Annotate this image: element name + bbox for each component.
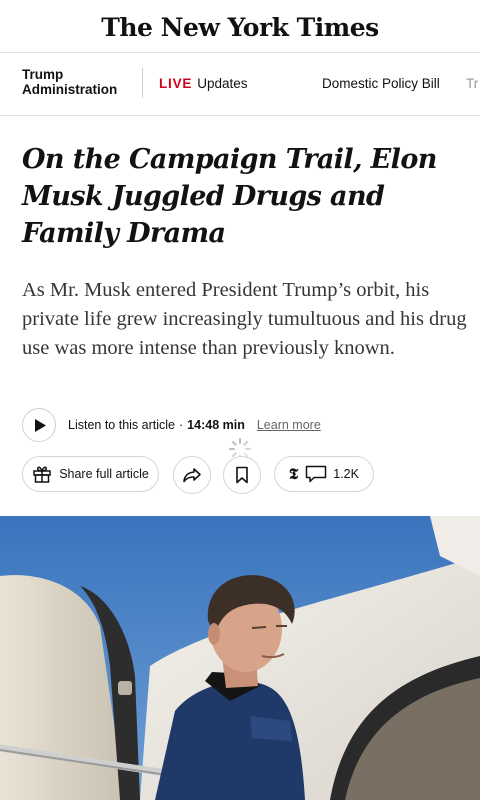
share-label: Share full article — [59, 467, 149, 481]
live-tag: LIVE — [159, 76, 193, 91]
nyt-logo-icon: 𝕿 — [289, 465, 299, 483]
save-button[interactable] — [223, 456, 261, 494]
nav-link-truncated[interactable]: Tr — [466, 76, 478, 91]
masthead[interactable]: The New York Times — [0, 0, 480, 53]
nav-live-updates-link[interactable]: LIVE Updates — [159, 76, 248, 91]
comments-button[interactable]: 𝕿 1.2K — [274, 456, 374, 492]
comment-count: 1.2K — [333, 467, 359, 481]
nyt-logo[interactable]: The New York Times — [101, 13, 379, 42]
nav-section-link[interactable]: Trump Administration — [22, 67, 130, 97]
comment-icon — [306, 465, 327, 483]
share-button[interactable] — [173, 456, 211, 494]
article-summary: As Mr. Musk entered President Trump’s or… — [22, 279, 467, 359]
listen-duration: 14:48 min — [187, 418, 245, 432]
nav-divider — [142, 68, 143, 98]
lead-photo[interactable] — [0, 516, 480, 800]
play-button[interactable] — [22, 408, 56, 442]
share-full-article-button[interactable]: Share full article — [22, 456, 159, 492]
article-headline: On the Campaign Trail, Elon Musk Juggled… — [22, 144, 437, 249]
section-nav: Trump Administration LIVE Updates Domesti… — [0, 53, 480, 116]
live-label: Updates — [197, 76, 248, 91]
nav-link-domestic-policy-bill[interactable]: Domestic Policy Bill — [322, 76, 440, 91]
learn-more-link[interactable]: Learn more — [257, 418, 321, 432]
listen-label: Listen to this article — [68, 418, 175, 432]
gift-icon — [33, 466, 51, 483]
article-actions: Share full article 𝕿 1.2K — [22, 456, 462, 494]
play-icon — [35, 418, 46, 432]
listen-separator: · — [179, 418, 184, 432]
forward-arrow-icon — [183, 468, 201, 483]
bookmark-icon — [236, 466, 248, 484]
nav-section-label: Trump Administration — [22, 67, 118, 97]
lead-photo-image — [0, 516, 480, 800]
listen-text: Listen to this article · 14:48 min — [68, 418, 245, 432]
